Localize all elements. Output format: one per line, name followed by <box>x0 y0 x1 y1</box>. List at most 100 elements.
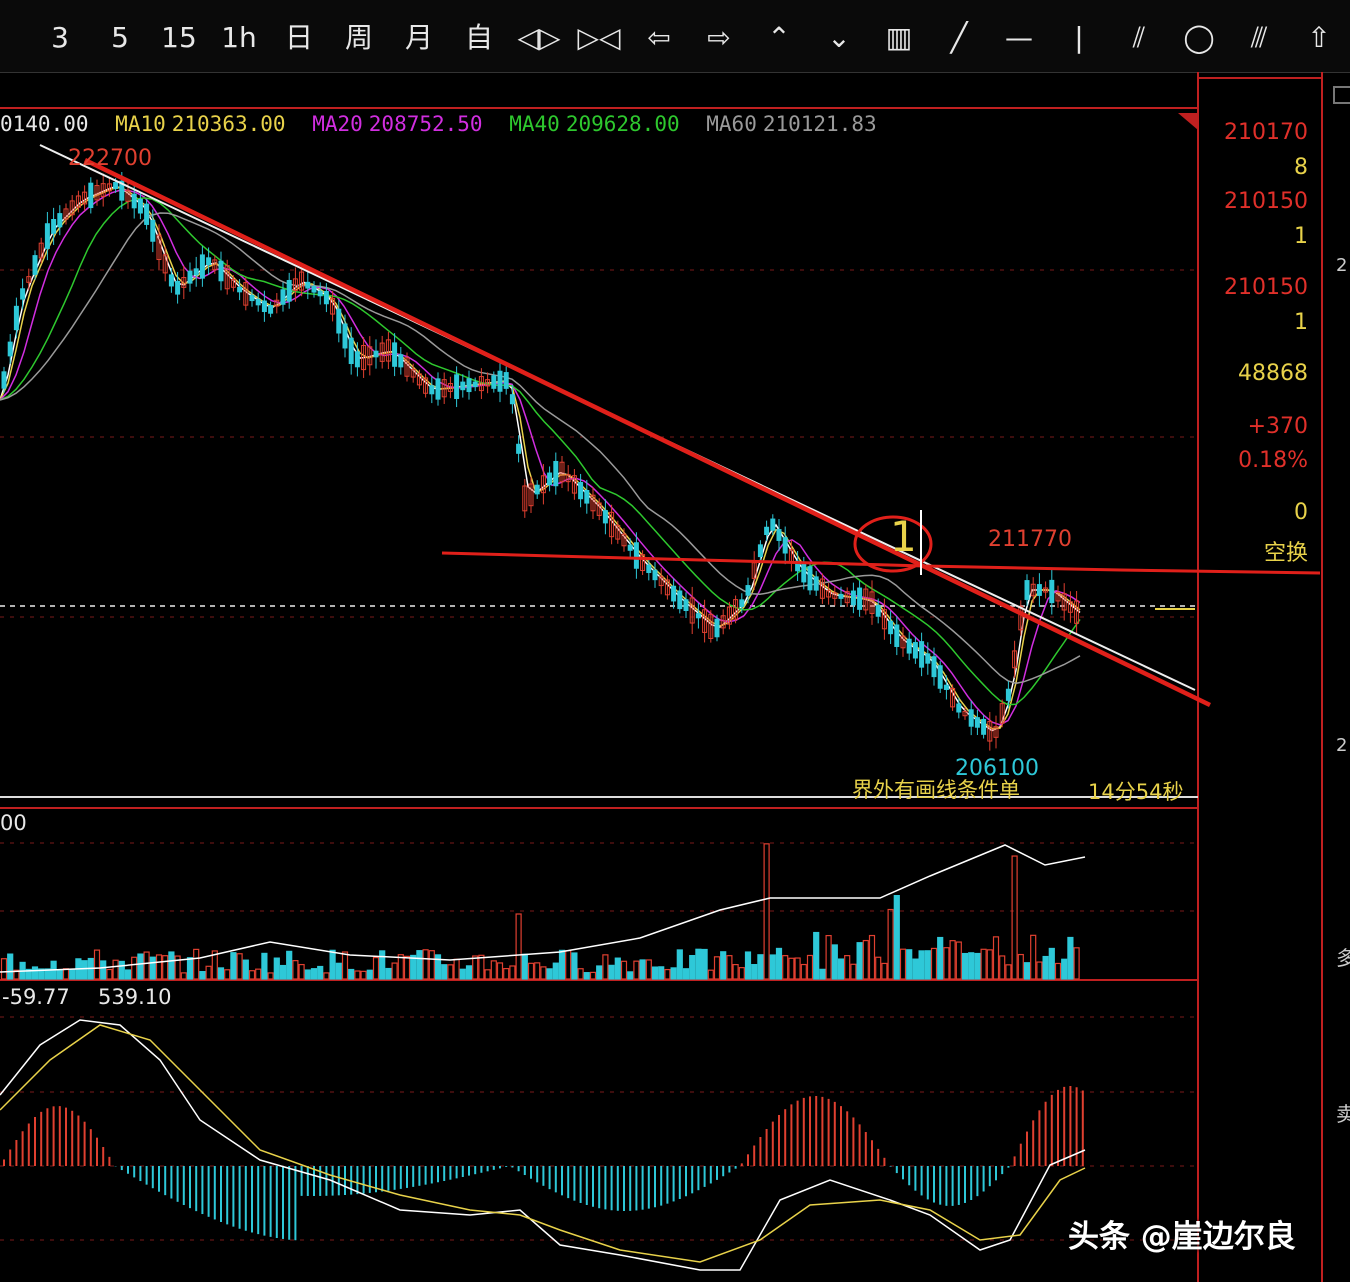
volume-bar <box>0 958 8 980</box>
volume-bar <box>292 960 299 980</box>
volume-bar <box>521 953 528 980</box>
candle-body <box>534 484 540 495</box>
volume-bar <box>769 954 776 980</box>
candle-body <box>553 460 559 487</box>
volume-bar <box>217 967 225 980</box>
candle-body <box>956 703 962 713</box>
volume-bar <box>366 969 373 980</box>
candle-body <box>187 270 193 284</box>
volume-bar <box>620 960 628 980</box>
ma20-value: 208752.50 <box>368 112 483 136</box>
candle-body <box>739 599 745 608</box>
candle-body <box>51 219 57 234</box>
volume-bar <box>565 950 572 980</box>
volume-bar <box>695 948 702 980</box>
candle-body <box>584 490 590 504</box>
candle-body <box>906 638 912 654</box>
candle-body <box>652 569 658 581</box>
volume-bar <box>248 970 256 980</box>
right-value-5: 210150 <box>1224 275 1308 300</box>
candle-body <box>342 323 348 349</box>
volume-bar <box>980 948 987 980</box>
ma10-value: 210363.00 <box>171 112 286 136</box>
candle-body <box>1049 579 1055 604</box>
candle-body <box>131 193 137 209</box>
volume-bar <box>131 956 138 980</box>
volume-bar <box>534 962 541 980</box>
volume-bar <box>912 958 919 980</box>
candle-body <box>838 593 844 599</box>
candle-body <box>398 354 404 368</box>
candle-body <box>113 182 119 189</box>
volume-bar <box>899 948 907 980</box>
volume-bar <box>428 950 435 980</box>
far-right-2: 2 <box>1336 735 1348 756</box>
far-right-1: 2 <box>1336 255 1348 276</box>
volume-bar <box>639 959 646 980</box>
candle-body <box>1024 580 1030 600</box>
volume-bar <box>143 951 150 980</box>
volume-bar <box>441 964 448 980</box>
volume-bar <box>887 908 894 980</box>
volume-bar <box>689 954 696 980</box>
macd-value: 539.10 <box>98 985 172 1009</box>
volume-bar <box>744 951 752 980</box>
volume-bar <box>354 970 361 980</box>
candle-body <box>57 213 63 228</box>
volume-bar <box>751 963 758 980</box>
volume-bar <box>298 963 305 980</box>
volume-bar <box>806 954 814 980</box>
candle-body <box>943 684 949 690</box>
candle-body <box>466 378 472 393</box>
candle-body <box>974 717 980 728</box>
volume-value: 48868 <box>1238 361 1308 386</box>
candle-body <box>801 563 807 583</box>
volume-bar <box>701 948 708 980</box>
volume-bar <box>999 955 1006 980</box>
volume-bar <box>775 947 783 980</box>
resistance-line-red <box>924 564 1321 575</box>
warning-text: 界外有画线条件单 <box>852 778 1020 802</box>
volume-bar <box>478 954 485 980</box>
volume-bar <box>893 894 900 980</box>
volume-bar <box>186 957 194 980</box>
volume-bar <box>379 950 386 980</box>
volume-bar <box>540 966 547 980</box>
volume-bar <box>670 967 677 980</box>
far-right-box <box>1333 86 1350 104</box>
candle-body <box>714 618 720 638</box>
volume-bar <box>1061 958 1068 980</box>
volume-bar <box>372 956 380 980</box>
volume-bar <box>490 960 497 980</box>
volume-bar <box>137 953 144 980</box>
volume-bar <box>707 969 714 980</box>
volume-bar <box>348 968 355 980</box>
candle-body <box>168 274 174 287</box>
candle-body <box>937 665 943 689</box>
candle-body <box>602 510 608 524</box>
volume-bar <box>118 960 125 980</box>
volume-bar <box>242 959 249 980</box>
candle-body <box>516 443 522 454</box>
volume-bar <box>955 941 962 980</box>
volume-bar <box>862 939 869 980</box>
candle-body <box>925 653 931 664</box>
candle-body <box>13 305 19 331</box>
ma20-label: MA20 <box>312 112 363 136</box>
volume-bar <box>949 940 956 980</box>
ma40-label: MA40 <box>509 112 560 136</box>
volume-bar <box>732 964 739 980</box>
volume-bar <box>837 958 845 980</box>
candle-body <box>1005 688 1011 701</box>
volume-bar <box>255 968 262 980</box>
volume-bar <box>1048 947 1055 980</box>
candle-body <box>968 709 974 727</box>
support-line-red <box>441 551 926 568</box>
volume-bar <box>676 949 683 980</box>
candle-body <box>20 288 26 300</box>
candle-body <box>981 718 987 735</box>
candle-body <box>491 375 497 389</box>
volume-bar <box>162 955 169 980</box>
candle-body <box>813 576 819 591</box>
volume-bar <box>527 962 535 980</box>
